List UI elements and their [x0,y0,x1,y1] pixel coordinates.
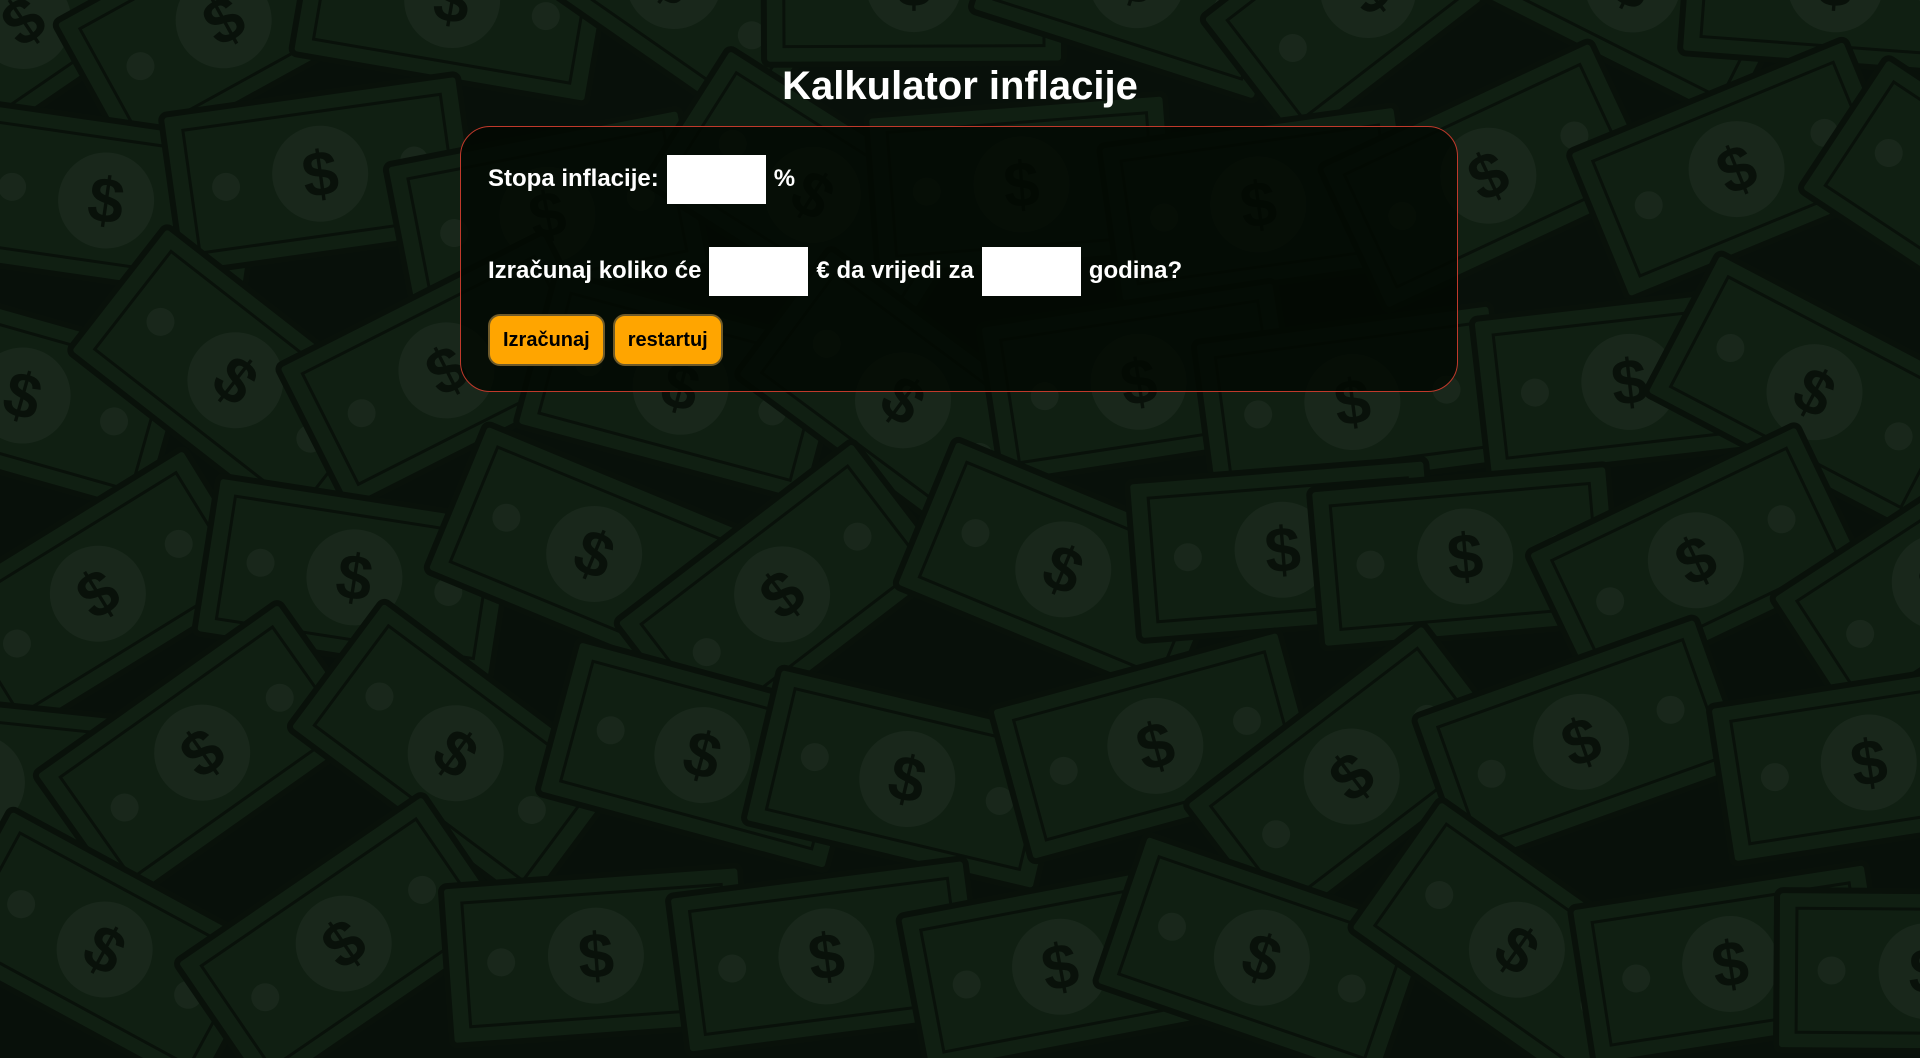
page-title: Kalkulator inflacije [782,64,1138,108]
amount-input[interactable] [709,246,809,296]
reset-button[interactable]: restartuj [612,314,723,366]
calculator-form: Stopa inflacije: % Izračunaj koliko će €… [460,126,1458,392]
years-suffix-label: godina? [1088,257,1183,284]
calculate-button[interactable]: Izračunaj [488,314,605,366]
years-input[interactable] [981,246,1081,296]
rate-row: Stopa inflacije: % [488,154,795,204]
page: Kalkulator inflacije Stopa inflacije: % … [0,0,1920,1058]
amount-suffix-label: € da vrijedi za [816,257,974,284]
rate-input[interactable] [666,154,766,204]
amount-row: Izračunaj koliko će € da vrijedi za godi… [488,246,1182,296]
rate-label: Stopa inflacije: [488,165,659,192]
button-group: Izračunaj restartuj [488,314,723,366]
percent-label: % [773,165,796,192]
amount-prefix-label: Izračunaj koliko će [488,257,702,284]
